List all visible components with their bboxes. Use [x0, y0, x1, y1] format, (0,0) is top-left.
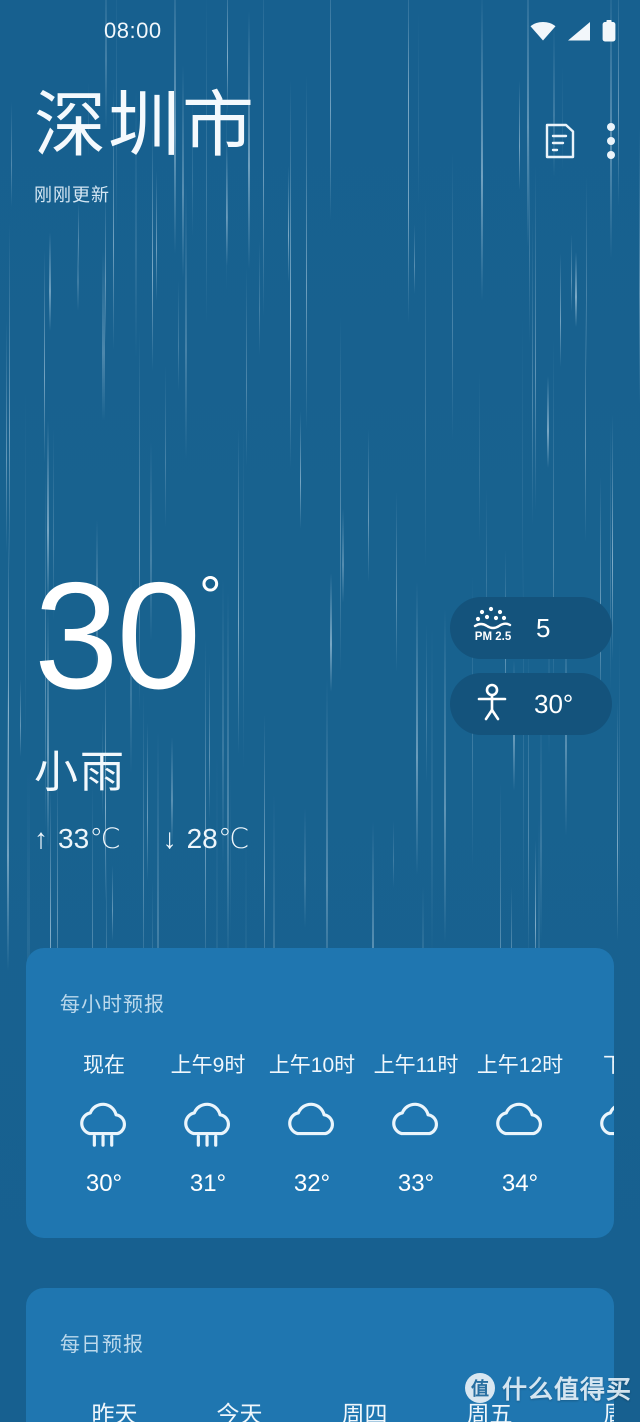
hourly-forecast-item[interactable]: 下午3: [572, 1049, 614, 1198]
daily-day-label: 周四: [341, 1401, 388, 1422]
rain-icon: [73, 1095, 135, 1154]
hourly-time-label: 上午11时: [373, 1054, 459, 1077]
hourly-temperature: 33°: [397, 1170, 435, 1197]
high-low-row: ↑ 33℃ ↓ 28℃: [34, 822, 249, 855]
hourly-time-label: 上午10时: [268, 1054, 356, 1077]
location-block: 深圳市 刚刚更新: [34, 86, 257, 207]
daily-forecast-item[interactable]: 昨天9/8: [52, 1395, 177, 1422]
current-conditions: 30 ° 小雨 ↑ 33℃ ↓ 28℃: [34, 560, 249, 855]
feels-like-value: 30°: [534, 688, 574, 719]
cloud-icon: [281, 1095, 343, 1154]
cloud-icon: [489, 1095, 551, 1154]
daily-forecast-title: 每日预报: [60, 1334, 144, 1356]
arrow-up-icon: ↑: [34, 822, 48, 854]
rain-icon: [177, 1095, 239, 1154]
article-icon: [544, 123, 576, 164]
metric-pills: PM 2.5 5 30°: [450, 597, 612, 735]
high-temperature: ↑ 33℃: [34, 822, 121, 855]
header-actions: [544, 122, 616, 165]
hourly-forecast-card[interactable]: 每小时预报 现在 30° 上午9时 31° 上午10时 32° 上午11时 33° 上午12时 3…: [26, 948, 614, 1238]
weather-app-screen: 08:00 深圳市 刚刚更新 30 ° 小雨 ↑ 33℃ ↓ 28℃ PM 2.…: [0, 0, 640, 1422]
hourly-forecast-item[interactable]: 上午12时 34°: [468, 1049, 572, 1198]
hourly-time-label: 上午12时: [476, 1054, 564, 1077]
page-title: 深圳市: [34, 86, 257, 166]
watermark-text: 什么值得买: [501, 1376, 632, 1404]
hourly-forecast-row[interactable]: 现在 30° 上午9时 31° 上午10时 32° 上午11时 33° 上午12时 34° 下午3: [26, 1049, 614, 1198]
current-temperature-value: 30: [34, 551, 201, 721]
current-condition-label: 小雨: [34, 748, 126, 797]
hourly-temperature: 34°: [501, 1170, 539, 1197]
hourly-time-label: 现在: [83, 1054, 125, 1077]
hourly-temperature: 31°: [189, 1170, 227, 1197]
cloud-icon: [593, 1095, 614, 1154]
person-icon: [472, 682, 512, 727]
article-button[interactable]: [544, 123, 576, 164]
low-temperature-value: 28℃: [186, 823, 250, 854]
daily-day-label: 今天: [216, 1401, 263, 1422]
hourly-time-label: 上午9时: [170, 1054, 246, 1077]
status-bar-icons: [530, 20, 616, 42]
svg-text:PM 2.5: PM 2.5: [475, 631, 512, 643]
hourly-forecast-item[interactable]: 现在 30°: [52, 1049, 156, 1198]
pm25-value: 5: [536, 612, 551, 643]
low-temperature: ↓ 28℃: [163, 822, 250, 855]
hourly-forecast-item[interactable]: 上午9时 31°: [156, 1049, 260, 1198]
degree-symbol: °: [199, 564, 221, 627]
hourly-forecast-title: 每小时预报: [60, 994, 165, 1016]
hourly-forecast-item[interactable]: 上午11时 33°: [364, 1049, 468, 1198]
hourly-forecast-item[interactable]: 上午10时 32°: [260, 1049, 364, 1198]
cloud-icon: [385, 1095, 447, 1154]
daily-day-label: 昨天: [91, 1401, 138, 1422]
status-bar-clock: 08:00: [104, 18, 162, 43]
hourly-time-label: 下午: [603, 1054, 614, 1077]
signal-icon: [567, 21, 591, 41]
daily-forecast-item[interactable]: 周四9/10: [302, 1395, 427, 1422]
daily-forecast-item[interactable]: 今天9/9: [177, 1395, 302, 1422]
more-options-button[interactable]: [606, 122, 616, 165]
last-updated-label: 刚刚更新: [34, 185, 110, 206]
more-vert-icon: [606, 122, 616, 165]
page-header: 深圳市 刚刚更新: [0, 86, 640, 207]
feels-like-pill[interactable]: 30°: [450, 673, 612, 735]
arrow-down-icon: ↓: [162, 822, 177, 854]
pm25-icon: PM 2.5: [472, 606, 514, 651]
pm25-pill[interactable]: PM 2.5 5: [450, 597, 612, 659]
watermark-badge: 值: [464, 1373, 495, 1403]
current-temperature: 30 °: [34, 560, 249, 712]
wifi-icon: [530, 21, 556, 41]
high-temperature-value: 33℃: [58, 823, 121, 854]
hourly-temperature: 30°: [85, 1170, 123, 1197]
hourly-temperature: 32°: [293, 1170, 331, 1197]
status-bar: 08:00: [0, 0, 640, 62]
watermark: 值 什么值得买: [464, 1370, 632, 1406]
battery-icon: [602, 20, 616, 42]
